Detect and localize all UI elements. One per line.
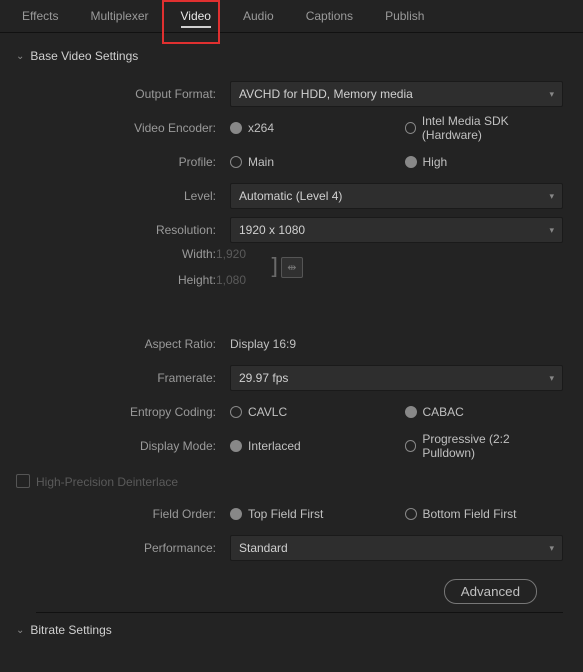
base-video-settings-section: ⌄ Base Video Settings Output Format: AVC…	[0, 33, 583, 613]
encoder-x264-radio[interactable]: x264	[230, 121, 389, 135]
width-value[interactable]: 1,920	[216, 247, 246, 261]
output-format-label: Output Format:	[36, 87, 230, 101]
resolution-select[interactable]: 1920 x 1080 ▾	[230, 217, 563, 243]
height-label: Height:	[36, 273, 230, 287]
section-title: Bitrate Settings	[30, 623, 111, 637]
performance-select[interactable]: Standard ▾	[230, 535, 563, 561]
performance-label: Performance:	[36, 541, 230, 555]
level-select[interactable]: Automatic (Level 4) ▾	[230, 183, 563, 209]
field-order-label: Field Order:	[36, 507, 230, 521]
tab-video[interactable]: Video	[165, 1, 227, 31]
profile-label: Profile:	[36, 155, 230, 169]
profile-high-radio[interactable]: High	[405, 155, 564, 169]
tab-bar: Effects Multiplexer Video Audio Captions…	[0, 0, 583, 33]
profile-main-radio[interactable]: Main	[230, 155, 389, 169]
base-video-settings-header[interactable]: ⌄ Base Video Settings	[16, 49, 563, 63]
tab-multiplexer[interactable]: Multiplexer	[74, 1, 164, 31]
tab-publish[interactable]: Publish	[369, 1, 440, 31]
advanced-button[interactable]: Advanced	[444, 579, 537, 604]
display-mode-progressive-radio[interactable]: Progressive (2:2 Pulldown)	[405, 432, 564, 460]
tab-audio[interactable]: Audio	[227, 1, 290, 31]
bitrate-settings-header[interactable]: ⌄ Bitrate Settings	[16, 623, 563, 637]
field-order-bff-radio[interactable]: Bottom Field First	[405, 507, 564, 521]
chevron-down-icon: ▾	[549, 543, 554, 554]
tab-captions[interactable]: Captions	[290, 1, 369, 31]
chevron-down-icon: ▾	[549, 191, 554, 202]
entropy-cabac-radio[interactable]: CABAC	[405, 405, 564, 419]
link-dimensions-icon[interactable]: ⇹	[281, 257, 302, 278]
height-value[interactable]: 1,080	[216, 273, 246, 287]
bitrate-settings-section: ⌄ Bitrate Settings	[0, 613, 583, 637]
tab-effects[interactable]: Effects	[6, 1, 74, 31]
display-mode-label: Display Mode:	[36, 439, 230, 453]
width-label: Width:	[36, 247, 230, 261]
entropy-cavlc-radio[interactable]: CAVLC	[230, 405, 389, 419]
display-mode-interlaced-radio[interactable]: Interlaced	[230, 439, 389, 453]
chevron-down-icon: ▾	[549, 89, 554, 100]
level-label: Level:	[36, 189, 230, 203]
chevron-down-icon: ⌄	[16, 51, 24, 62]
chevron-down-icon: ▾	[549, 225, 554, 236]
resolution-label: Resolution:	[36, 223, 230, 237]
aspect-ratio-label: Aspect Ratio:	[36, 337, 230, 351]
output-format-select[interactable]: AVCHD for HDD, Memory media ▾	[230, 81, 563, 107]
chevron-down-icon: ⌄	[16, 625, 24, 636]
high-precision-deinterlace-checkbox: High-Precision Deinterlace	[16, 472, 178, 489]
video-encoder-label: Video Encoder:	[36, 121, 230, 135]
framerate-select[interactable]: 29.97 fps ▾	[230, 365, 563, 391]
aspect-ratio-value: Display 16:9	[230, 337, 296, 351]
chevron-down-icon: ▾	[549, 373, 554, 384]
entropy-label: Entropy Coding:	[36, 405, 230, 419]
framerate-label: Framerate:	[36, 371, 230, 385]
encoder-intel-radio[interactable]: Intel Media SDK (Hardware)	[405, 114, 564, 142]
field-order-tff-radio[interactable]: Top Field First	[230, 507, 389, 521]
link-bracket-icon: ]	[268, 255, 281, 280]
section-title: Base Video Settings	[30, 49, 138, 63]
